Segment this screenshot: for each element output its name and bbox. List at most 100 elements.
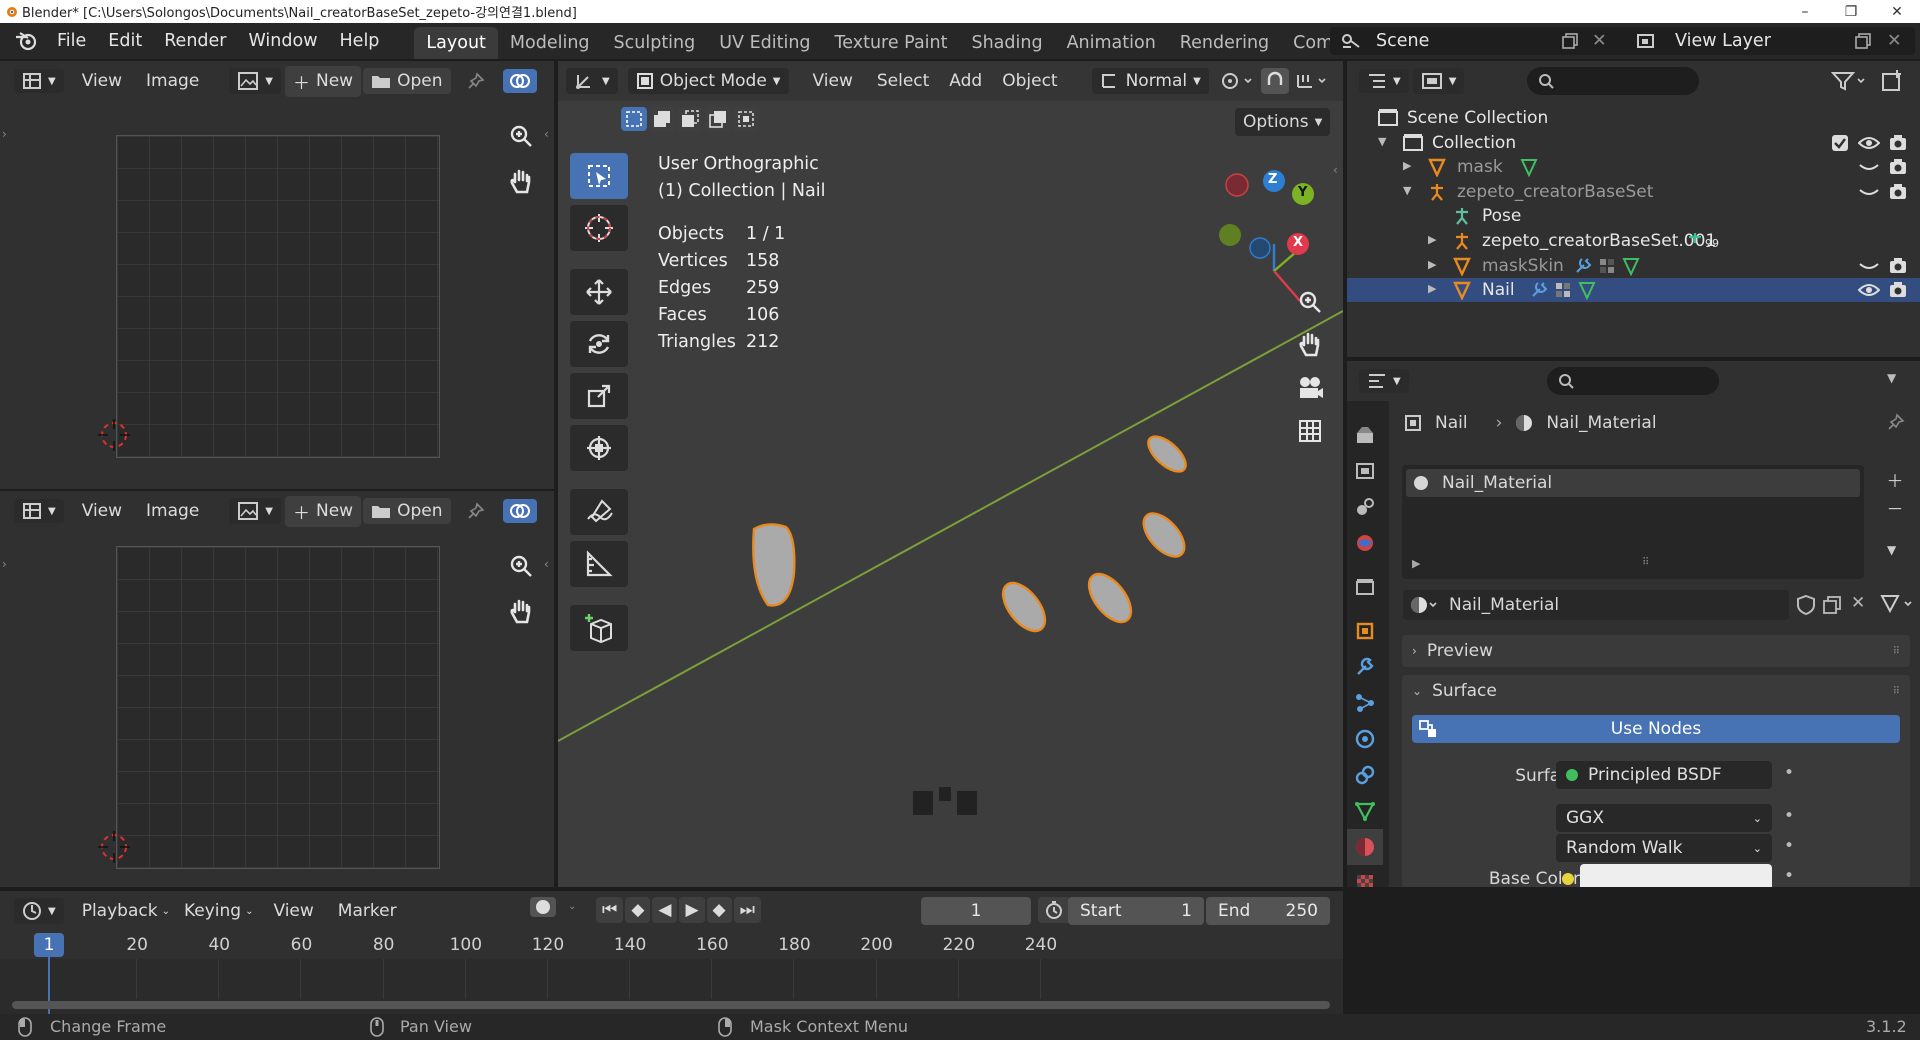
animate-dot-icon[interactable]: •	[1784, 866, 1794, 886]
play-reverse-icon[interactable]: ◀	[652, 897, 678, 923]
eye-icon[interactable]	[1858, 135, 1880, 151]
outliner-item-label[interactable]: mask	[1457, 157, 1503, 177]
eye-closed-icon[interactable]	[1858, 159, 1880, 175]
tab-modeling[interactable]: Modeling	[498, 27, 602, 59]
tab-uv-editing[interactable]: UV Editing	[707, 27, 822, 59]
surface-shader-field[interactable]: Principled BSDF	[1556, 761, 1772, 789]
close-button[interactable]: ✕	[1874, 4, 1920, 20]
tab-particles[interactable]	[1347, 685, 1383, 721]
3d-viewport[interactable]: ▼ Object Mode ▼ View Select Add Object No…	[558, 61, 1343, 887]
image-mode-button[interactable]: ▼	[229, 498, 281, 524]
sidebar-expand-icon[interactable]: ‹	[544, 127, 549, 141]
filter-icon[interactable]	[1831, 71, 1869, 91]
expand-arrow-icon[interactable]: ▶	[1403, 159, 1411, 172]
minimize-button[interactable]: –	[1782, 4, 1828, 20]
end-frame-field[interactable]: End 250	[1206, 897, 1330, 925]
chevron-down-icon[interactable]: ⌄	[568, 901, 576, 912]
outliner-row[interactable]: Pose	[1347, 204, 1920, 228]
animate-dot-icon[interactable]: •	[1784, 836, 1794, 856]
eye-closed-icon[interactable]	[1858, 184, 1880, 200]
nail-object[interactable]	[752, 430, 1192, 638]
outliner-item-label[interactable]: zepeto_creatorBaseSet	[1457, 182, 1653, 202]
outliner-item-label[interactable]: Pose	[1482, 206, 1521, 226]
timeline[interactable]: ▼ Playback ⌄ Keying ⌄ View Marker ⌄ ⏮ ◆ ◀ …	[0, 891, 1343, 1014]
tab-modifiers[interactable]	[1347, 649, 1383, 685]
outliner-row[interactable]: Scene Collection	[1347, 106, 1920, 130]
image-editor-bottom[interactable]: ▼ View Image ▼ ＋ New Open › ‹	[0, 491, 554, 887]
pin-icon[interactable]	[467, 502, 485, 520]
timeline-scrollbar[interactable]	[12, 1001, 1330, 1009]
new-collection-icon[interactable]	[1880, 69, 1904, 93]
perspective-toggle-icon[interactable]	[1289, 410, 1331, 452]
distribution-dropdown[interactable]: GGX ⌄	[1556, 804, 1772, 832]
menu-window[interactable]: Window	[249, 31, 318, 51]
pan-hand-icon[interactable]	[500, 161, 542, 203]
editor-type-button[interactable]: ▼	[1359, 69, 1409, 93]
new-image-button[interactable]: ＋ New	[285, 495, 362, 527]
menu-file[interactable]: File	[57, 31, 86, 51]
tab-texture[interactable]	[1347, 865, 1383, 887]
tab-collection[interactable]	[1347, 569, 1383, 605]
material-browse-icon[interactable]	[1409, 595, 1439, 615]
play-icon[interactable]: ▶	[679, 897, 705, 923]
prev-keyframe-icon[interactable]: ◆	[625, 897, 651, 923]
camera-render-icon[interactable]	[1888, 134, 1908, 152]
camera-view-icon[interactable]	[1289, 367, 1331, 409]
outliner-item-label[interactable]: zepeto_creatorBaseSet.001	[1482, 231, 1716, 251]
exclude-checkbox[interactable]	[1831, 134, 1849, 152]
tab-constraints[interactable]	[1347, 757, 1383, 793]
menu-edit[interactable]: Edit	[108, 31, 142, 51]
tab-shading[interactable]: Shading	[959, 27, 1054, 59]
display-mode-button[interactable]: ▼	[1412, 68, 1465, 94]
pan-hand-icon[interactable]	[1289, 324, 1331, 366]
open-image-button[interactable]: Open	[363, 68, 451, 94]
tab-scene[interactable]	[1347, 525, 1383, 561]
expand-arrow-icon[interactable]: ▼	[1378, 135, 1386, 148]
toolbar-expand-icon[interactable]: ›	[2, 557, 7, 571]
expand-arrow-icon[interactable]: ▶	[1428, 233, 1436, 246]
chevron-down-icon[interactable]: ▼	[1887, 371, 1896, 385]
camera-render-icon[interactable]	[1888, 281, 1908, 299]
menu-marker[interactable]: Marker	[338, 901, 397, 921]
outliner-search-input[interactable]	[1527, 67, 1699, 95]
eye-closed-icon[interactable]	[1858, 258, 1880, 274]
sidebar-expand-icon[interactable]: ‹	[1333, 163, 1338, 177]
expand-arrow-icon[interactable]: ▶	[1428, 282, 1436, 295]
copy-scene-icon[interactable]	[1560, 31, 1580, 51]
tab-render[interactable]	[1347, 417, 1383, 453]
timeline-area[interactable]: 20 40 60 80 100 120 140 160 180 200 220 240 1	[0, 931, 1343, 1014]
start-frame-field[interactable]: Start 1	[1068, 897, 1204, 925]
scene-selector[interactable]: Scene ✕	[1330, 27, 1630, 55]
open-image-button[interactable]: Open	[363, 498, 451, 524]
view-layer-selector[interactable]: View Layer ✕	[1625, 27, 1915, 55]
editor-type-button[interactable]: ▼	[1359, 369, 1409, 393]
tab-layout[interactable]: Layout	[414, 27, 498, 59]
jump-start-icon[interactable]: ⏮	[596, 897, 624, 923]
surface-panel-header[interactable]: ⌄ Surface ⠿	[1402, 675, 1910, 707]
outliner-item-label[interactable]: maskSkin	[1482, 256, 1564, 276]
remove-view-layer-icon[interactable]: ✕	[1887, 31, 1902, 51]
outliner-row[interactable]: ▶ zepeto_creatorBaseSet.001	[1347, 229, 1920, 253]
outliner-item-label[interactable]: Collection	[1432, 133, 1516, 153]
sidebar-expand-icon[interactable]: ‹	[544, 557, 549, 571]
preview-range-toggle[interactable]	[1038, 897, 1070, 923]
tab-rendering[interactable]: Rendering	[1168, 27, 1281, 59]
outliner-row[interactable]: ▶ mask	[1347, 155, 1920, 179]
auto-keying-toggle[interactable]	[530, 897, 556, 917]
image-mode-button[interactable]: ▼	[229, 68, 281, 94]
blender-menu-icon[interactable]	[14, 30, 38, 52]
add-slot-button[interactable]: ＋	[1883, 467, 1907, 492]
tab-output[interactable]	[1347, 453, 1383, 489]
outliner-row[interactable]: ▼ zepeto_creatorBaseSet	[1347, 180, 1920, 204]
distribution-dropdown[interactable]: Random Walk ⌄	[1556, 834, 1772, 862]
eye-icon[interactable]	[1858, 282, 1880, 298]
menu-image[interactable]: Image	[146, 501, 199, 521]
menu-view[interactable]: View	[273, 901, 313, 921]
copy-view-layer-icon[interactable]	[1853, 31, 1873, 51]
pin-icon[interactable]	[467, 72, 485, 90]
editor-type-button[interactable]: ▼	[14, 898, 64, 924]
duplicate-material-icon[interactable]	[1821, 594, 1843, 616]
zoom-icon[interactable]	[1289, 281, 1331, 323]
maximize-button[interactable]: ❐	[1828, 4, 1874, 20]
tab-animation[interactable]: Animation	[1055, 27, 1168, 59]
